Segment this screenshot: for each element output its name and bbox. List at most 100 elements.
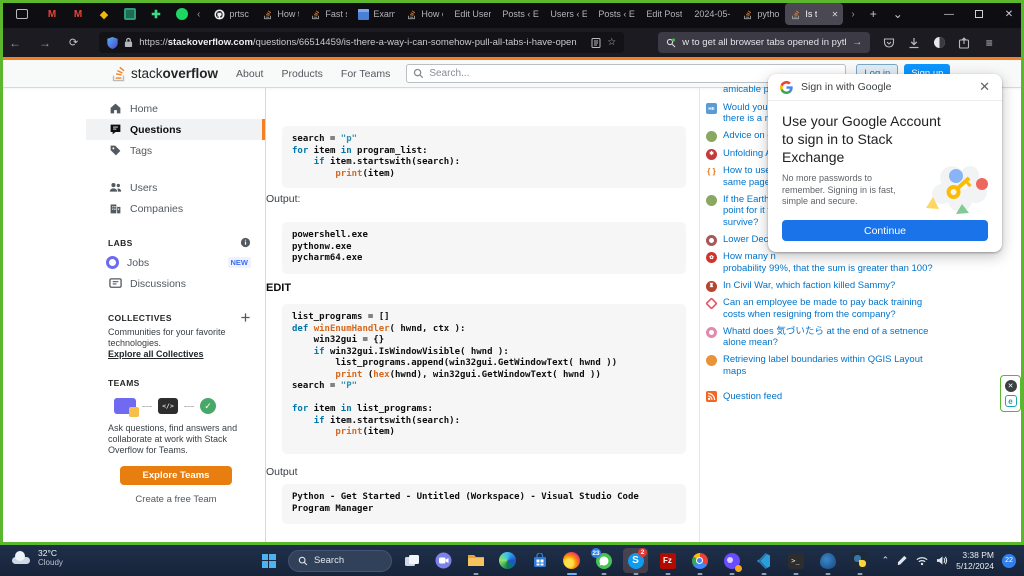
answer-body: search = "p"for item in program_list: if…	[266, 88, 700, 545]
close-window-button[interactable]: ✕	[994, 0, 1024, 28]
show-hidden-icons-chevron[interactable]: ⌃	[882, 555, 890, 566]
dark-reader-icon[interactable]	[930, 34, 948, 52]
spotify-pinned-tab-icon[interactable]	[174, 6, 190, 22]
sidebar-item-users[interactable]: Users	[86, 177, 265, 198]
reload-button[interactable]: ⟳	[60, 36, 87, 49]
sheets-pinned-tab-icon[interactable]	[122, 6, 138, 22]
reader-mode-icon[interactable]	[591, 38, 601, 48]
start-button[interactable]	[256, 548, 281, 573]
url-bar[interactable]: https://stackoverflow.com/questions/6651…	[99, 32, 624, 53]
vscode-icon[interactable]	[751, 548, 776, 573]
browser-tab[interactable]: pytho	[737, 3, 784, 25]
create-team-link[interactable]: Create a free Team	[86, 494, 266, 505]
header-nav-products[interactable]: Products	[281, 68, 322, 80]
browser-tab[interactable]: Exam	[353, 3, 400, 25]
file-explorer-icon[interactable]	[463, 548, 488, 573]
jobs-icon	[106, 256, 119, 269]
info-icon[interactable]	[240, 237, 251, 248]
clock[interactable]: 3:38 PM 5/12/2024	[956, 550, 994, 571]
microsoft-store-icon[interactable]	[527, 548, 552, 573]
hot-question-link[interactable]: ♜In Civil War, which faction killed Samm…	[706, 280, 1012, 292]
left-sidebar: HomeQuestionsTagsUsersCompanies LABS Job…	[86, 88, 266, 545]
hot-question-link[interactable]: ✿How many nprobability 99%, that the sum…	[706, 251, 1012, 274]
skype-icon[interactable]: S 2	[623, 548, 648, 573]
go-arrow-icon[interactable]: →	[852, 37, 862, 48]
binance-pinned-tab-icon[interactable]: ◆	[96, 6, 112, 22]
browser-tab[interactable]: Edit Post	[641, 3, 688, 25]
taskbar-search[interactable]: Search	[288, 550, 392, 572]
browser-tab[interactable]: How t	[257, 3, 304, 25]
browser-tab[interactable]: prtsc	[209, 3, 256, 25]
browser-tab[interactable]: Posts ‹ Em	[593, 3, 640, 25]
browser-tab[interactable]: Is t✕	[785, 3, 843, 25]
scroll-tabs-right-icon[interactable]: ›	[844, 9, 861, 20]
sidebar-item-companies[interactable]: Companies	[86, 198, 265, 219]
browser-tab[interactable]: Posts ‹ Em	[497, 3, 544, 25]
close-icon[interactable]: ✕	[979, 79, 990, 95]
downloads-icon[interactable]	[905, 34, 923, 52]
menu-icon[interactable]: ≡	[980, 34, 998, 52]
sidebar-item-tags[interactable]: Tags	[86, 140, 265, 161]
excel-pinned-tab-icon[interactable]: ✚	[148, 6, 164, 22]
back-button[interactable]: ←	[0, 36, 30, 50]
new-badge: NEW	[228, 257, 252, 268]
weather-widget[interactable]: 32°C Cloudy	[10, 548, 63, 567]
explore-collectives-link[interactable]: Explore all Collectives	[108, 349, 204, 359]
task-view-icon[interactable]	[399, 548, 424, 573]
new-tab-button[interactable]: +	[862, 7, 885, 21]
tab-close-icon[interactable]: ✕	[832, 10, 839, 19]
browser-tab[interactable]: Fast s	[305, 3, 352, 25]
browser-tab[interactable]: Users ‹ Em	[545, 3, 592, 25]
tab-title: Posts ‹ Em	[502, 9, 539, 19]
minimize-button[interactable]: —	[934, 0, 964, 28]
gmail-pinned-tab-icon[interactable]: M	[70, 6, 86, 22]
extension-icon[interactable]	[955, 34, 973, 52]
sidebar-item-home[interactable]: Home	[86, 98, 265, 119]
python-icon[interactable]	[847, 548, 872, 573]
volume-icon[interactable]	[936, 555, 948, 566]
pocket-icon[interactable]	[880, 34, 898, 52]
filezilla-icon[interactable]: Fz	[655, 548, 680, 573]
continue-button[interactable]: Continue	[782, 220, 988, 241]
popup-title: Sign in with Google	[801, 81, 891, 93]
tracking-shield-icon[interactable]	[107, 37, 118, 49]
sidebar-item-discussions[interactable]: Discussions	[86, 273, 265, 294]
explore-teams-button[interactable]: Explore Teams	[120, 466, 232, 485]
stackoverflow-logo[interactable]: stackoverflow	[110, 64, 218, 83]
sidebar-item-jobs[interactable]: Jobs NEW	[86, 252, 265, 273]
header-nav-about[interactable]: About	[236, 68, 263, 80]
firefox-view-icon[interactable]	[10, 5, 34, 23]
site-icon	[706, 131, 717, 142]
header-nav-for-teams[interactable]: For Teams	[341, 68, 390, 80]
whatsapp-icon[interactable]: 23	[591, 548, 616, 573]
hot-question-link[interactable]: Whatd does 気づいたら at the end of a setnenc…	[706, 326, 1012, 349]
firefox-icon[interactable]	[559, 548, 584, 573]
extension-e-icon[interactable]: e	[1005, 395, 1017, 407]
list-all-tabs-icon[interactable]: ⌄	[885, 7, 911, 21]
forward-button[interactable]: →	[30, 36, 60, 50]
browser-tab[interactable]: How c	[401, 3, 448, 25]
bookmark-star-icon[interactable]: ☆	[607, 37, 616, 48]
hot-question-link[interactable]: Can an employee be made to pay back trai…	[706, 297, 1012, 320]
pen-status-icon[interactable]	[897, 555, 908, 566]
add-collective-icon[interactable]	[240, 312, 251, 323]
hot-question-link[interactable]: Retrieving label boundaries within QGIS …	[706, 354, 1012, 377]
edge-icon[interactable]	[495, 548, 520, 573]
chrome-icon[interactable]	[687, 548, 712, 573]
terminal-icon[interactable]: >_	[783, 548, 808, 573]
notification-count-badge[interactable]: 22	[1002, 554, 1016, 568]
chat-icon[interactable]	[431, 548, 456, 573]
question-feed[interactable]: Question feed	[706, 391, 1012, 402]
quick-search-bar[interactable]: w to get all browser tabs opened in pyth…	[658, 32, 870, 53]
lock-icon[interactable]	[124, 37, 133, 48]
browser-tab[interactable]: Edit User A	[449, 3, 496, 25]
browser-tab[interactable]: 2024-05-1	[689, 3, 736, 25]
close-icon[interactable]: ✕	[1005, 380, 1017, 392]
gmail-pinned-tab-icon[interactable]: M	[44, 6, 60, 22]
wifi-icon[interactable]	[916, 556, 928, 566]
insomnia-app-icon[interactable]	[719, 548, 744, 573]
drop-app-icon[interactable]	[815, 548, 840, 573]
scroll-tabs-left-icon[interactable]: ‹	[190, 9, 207, 20]
maximize-button[interactable]	[964, 0, 994, 28]
sidebar-item-questions[interactable]: Questions	[86, 119, 265, 140]
